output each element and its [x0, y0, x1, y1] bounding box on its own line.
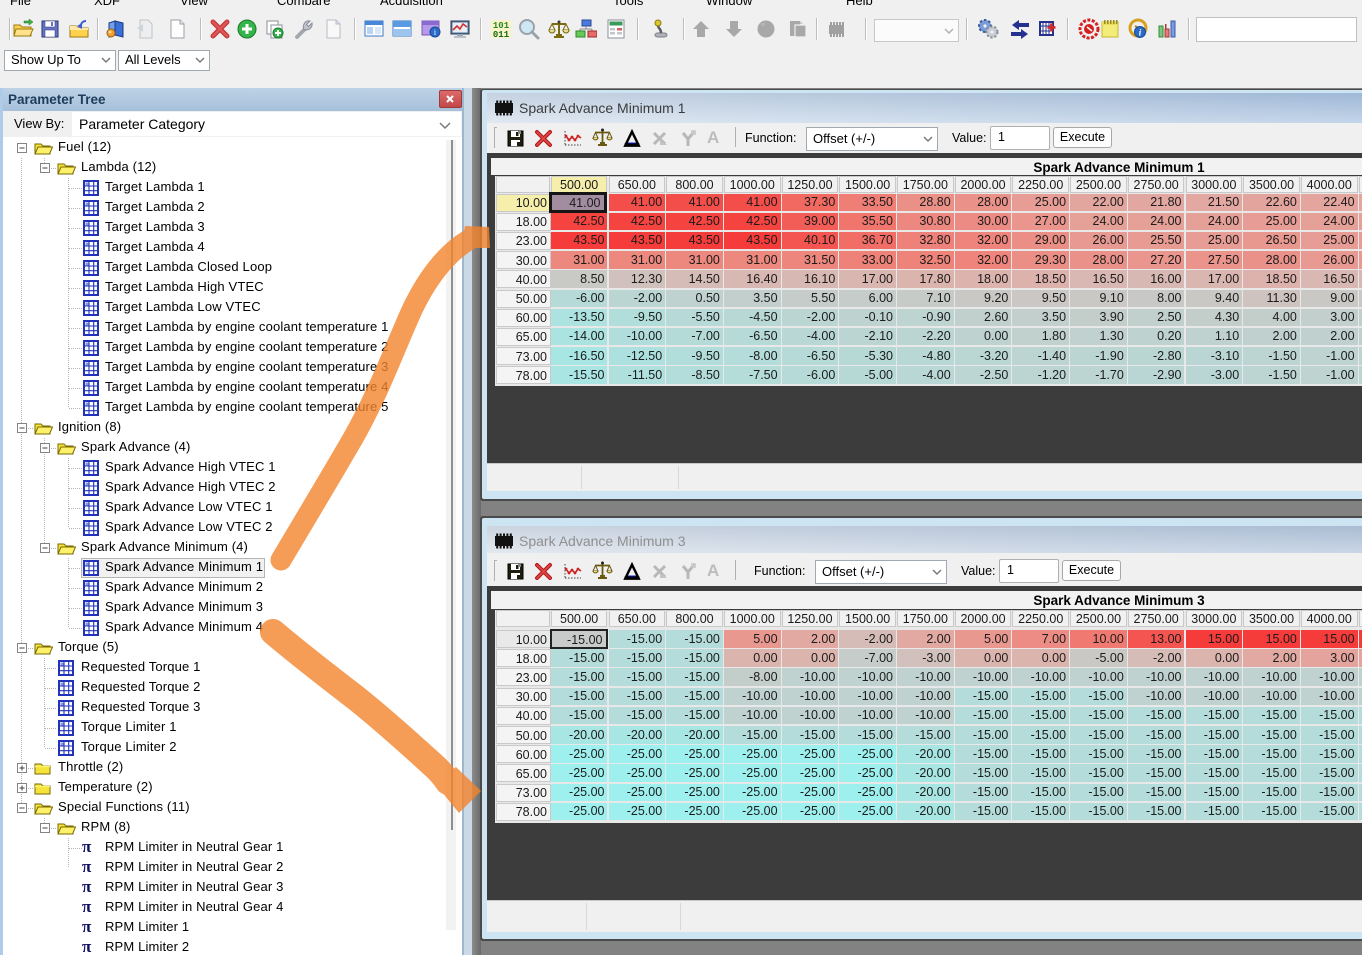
svg-text:011: 011 — [493, 30, 510, 40]
